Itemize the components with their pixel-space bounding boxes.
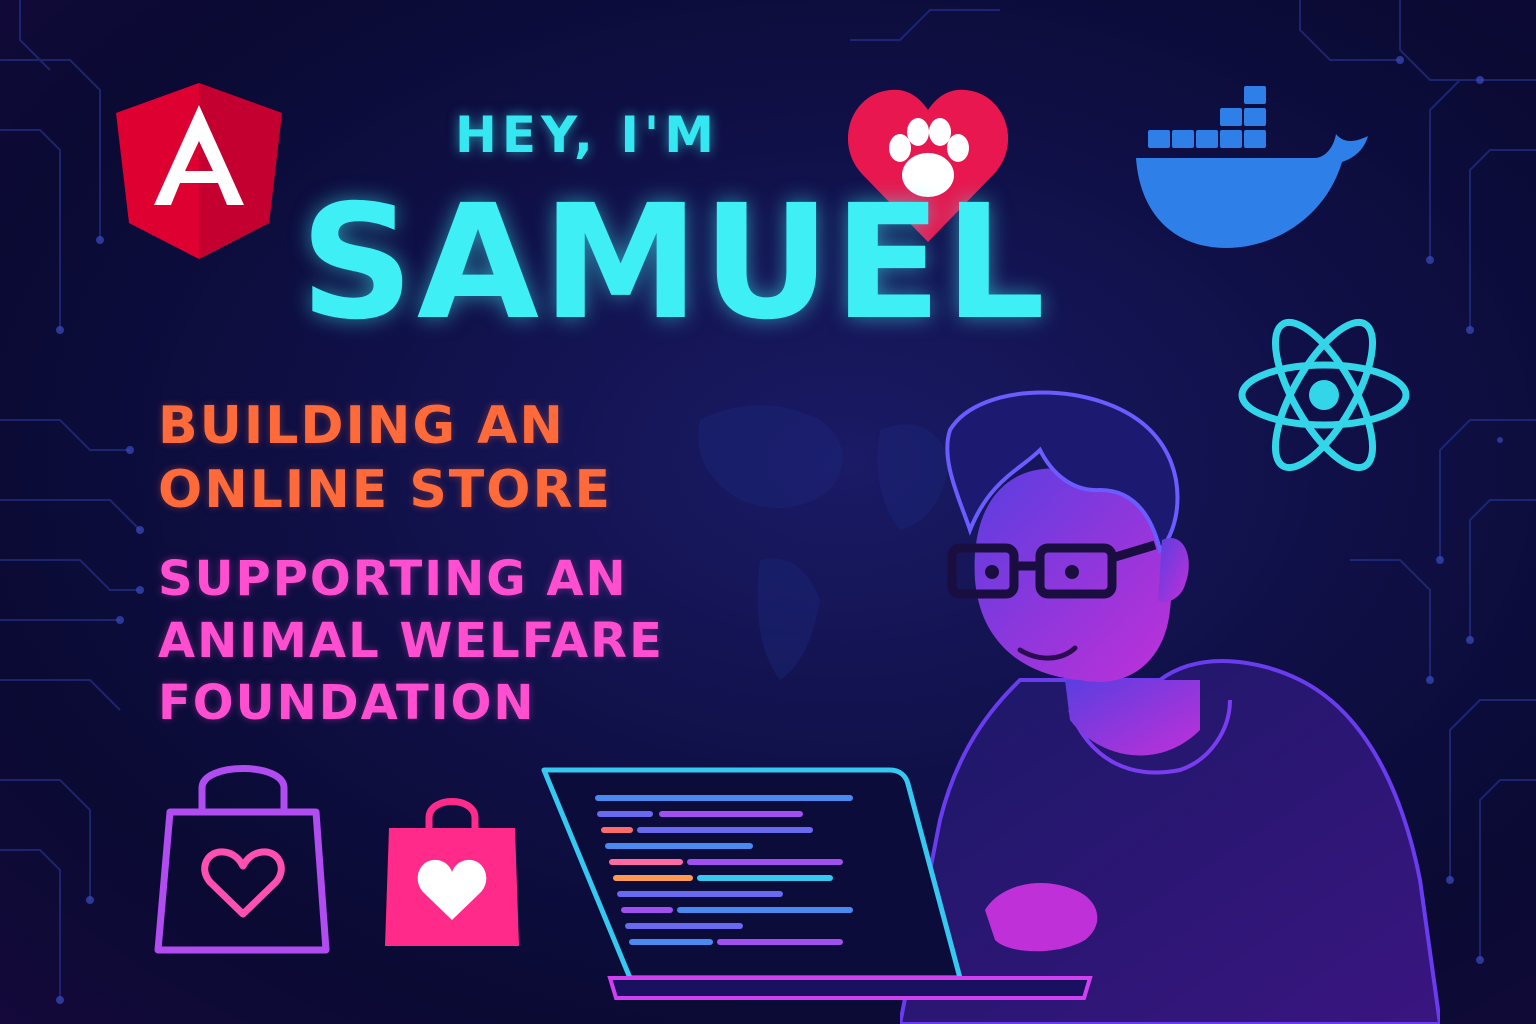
shopping-bag-filled-icon (385, 798, 519, 946)
greeting-heading: HEY, I'M (455, 106, 719, 164)
laptop-icon (541, 767, 1093, 1000)
mission-line-3: FOUNDATION (158, 675, 536, 731)
name-heading: SAMUEL (300, 171, 1049, 355)
tagline-line-2: ONLINE STORE (158, 460, 613, 520)
docker-icon (1136, 86, 1368, 248)
tagline-line-1: BUILDING AN (158, 396, 565, 456)
mission-line-1: SUPPORTING AN (158, 551, 628, 607)
shopping-bag-outline-icon (154, 765, 330, 954)
mission-line-2: ANIMAL WELFARE (158, 613, 664, 669)
angular-icon (116, 83, 282, 259)
